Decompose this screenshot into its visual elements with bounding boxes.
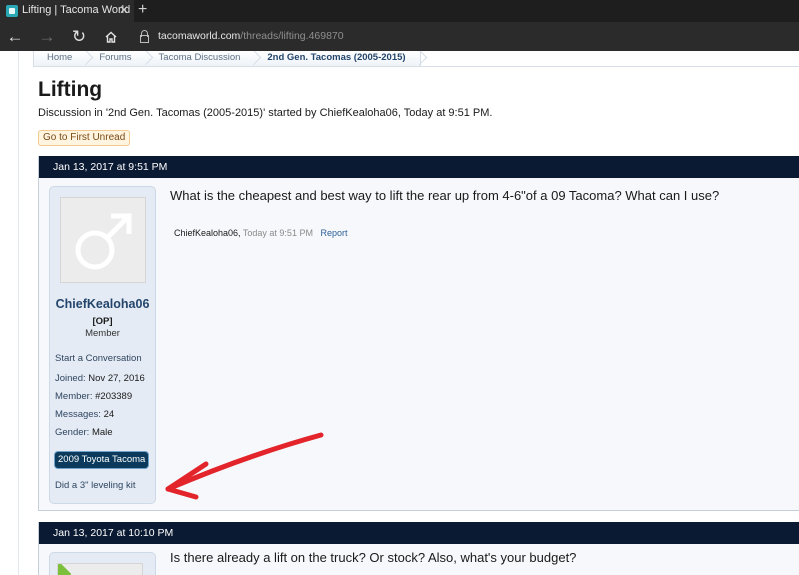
post-meta: ChiefKealoha06, Today at 9:51 PM Report [174, 228, 347, 238]
address-bar[interactable]: tacomaworld.com/threads/lifting.469870 [134, 26, 799, 48]
tab-title: Lifting | Tacoma World [22, 4, 131, 16]
stat-label: Joined: [55, 373, 86, 384]
stat-messages: Messages: 24 [55, 409, 114, 420]
post-date[interactable]: Jan 13, 2017 at 10:10 PM [53, 527, 173, 539]
stat-label: Gender: [55, 427, 90, 438]
thread-description: Discussion in '2nd Gen. Tacomas (2005-20… [38, 107, 493, 119]
stat-value: #203389 [95, 391, 133, 402]
breadcrumb-home[interactable]: Home [34, 51, 86, 66]
url-domain: tacomaworld.com [158, 30, 241, 42]
stat-value: 24 [103, 409, 115, 420]
avatar[interactable] [57, 563, 143, 575]
user-info-panel [49, 552, 156, 575]
url-text: tacomaworld.com/threads/lifting.469870 [158, 30, 344, 42]
post: Jan 13, 2017 at 10:10 PM Is there alread… [38, 522, 799, 575]
avatar-image [58, 564, 72, 575]
post-date[interactable]: Jan 13, 2017 at 9:51 PM [53, 161, 167, 173]
page-content: Home Forums Tacoma Discussion 2nd Gen. T… [0, 51, 799, 575]
browser-tab[interactable]: Lifting | Tacoma World ✕ [0, 0, 134, 22]
post-time[interactable]: Today at 9:51 PM [243, 228, 313, 238]
stat-gender: Gender: Male [55, 427, 113, 438]
breadcrumb-forums[interactable]: Forums [86, 51, 145, 66]
post-message: What is the cheapest and best way to lif… [170, 188, 720, 203]
stat-value: Male [91, 427, 113, 438]
browser-tab-bar: Lifting | Tacoma World ✕ + [0, 0, 799, 22]
avatar[interactable] [60, 197, 146, 283]
post: Jan 13, 2017 at 9:51 PM ChiefKealoha06 [… [38, 156, 799, 511]
breadcrumb-2nd-gen[interactable]: 2nd Gen. Tacomas (2005-2015) [254, 51, 419, 66]
stat-member: Member: #203389 [55, 391, 132, 402]
home-icon[interactable] [100, 26, 122, 48]
refresh-icon[interactable]: ↻ [68, 26, 90, 48]
user-signature: Did a 3" leveling kit [55, 480, 136, 491]
user-info-panel: ChiefKealoha06 [OP] Member Start a Conve… [49, 186, 156, 504]
url-path: /threads/lifting.469870 [240, 30, 344, 42]
post-message: Is there already a lift on the truck? Or… [170, 550, 577, 565]
breadcrumb: Home Forums Tacoma Discussion 2nd Gen. T… [33, 51, 421, 67]
stat-joined: Joined: Nov 27, 2016 [55, 373, 145, 384]
thread-title: Lifting [38, 78, 103, 101]
breadcrumb-tacoma-discussion[interactable]: Tacoma Discussion [146, 51, 255, 66]
browser-nav-bar: ← → ↻ tacomaworld.com/threads/lifting.46… [0, 22, 799, 51]
start-conversation-link[interactable]: Start a Conversation [55, 353, 142, 364]
back-arrow-icon[interactable]: ← [4, 26, 26, 48]
new-tab-button[interactable]: + [138, 1, 147, 19]
forward-arrow-icon[interactable]: → [36, 26, 58, 48]
go-to-first-unread-button[interactable]: Go to First Unread [38, 130, 131, 146]
user-title: Member [85, 328, 120, 339]
tab-close-icon[interactable]: ✕ [119, 3, 129, 17]
report-link[interactable]: Report [320, 228, 347, 238]
site-favicon-icon [6, 5, 18, 17]
stat-label: Messages: [55, 409, 101, 420]
op-tag: [OP] [92, 316, 113, 327]
post-author-link[interactable]: ChiefKealoha06, [174, 228, 241, 238]
stat-label: Member: [55, 391, 93, 402]
male-symbol-icon [75, 213, 132, 270]
post-header: Jan 13, 2017 at 9:51 PM [39, 156, 799, 178]
lock-icon [140, 30, 149, 43]
vehicle-badge[interactable]: 2009 Toyota Tacoma [55, 452, 149, 468]
page-border [18, 51, 19, 575]
breadcrumb-divider [412, 51, 799, 67]
username[interactable]: ChiefKealoha06 [50, 297, 155, 311]
post-header: Jan 13, 2017 at 10:10 PM [39, 522, 799, 544]
stat-value: Nov 27, 2016 [88, 373, 145, 384]
